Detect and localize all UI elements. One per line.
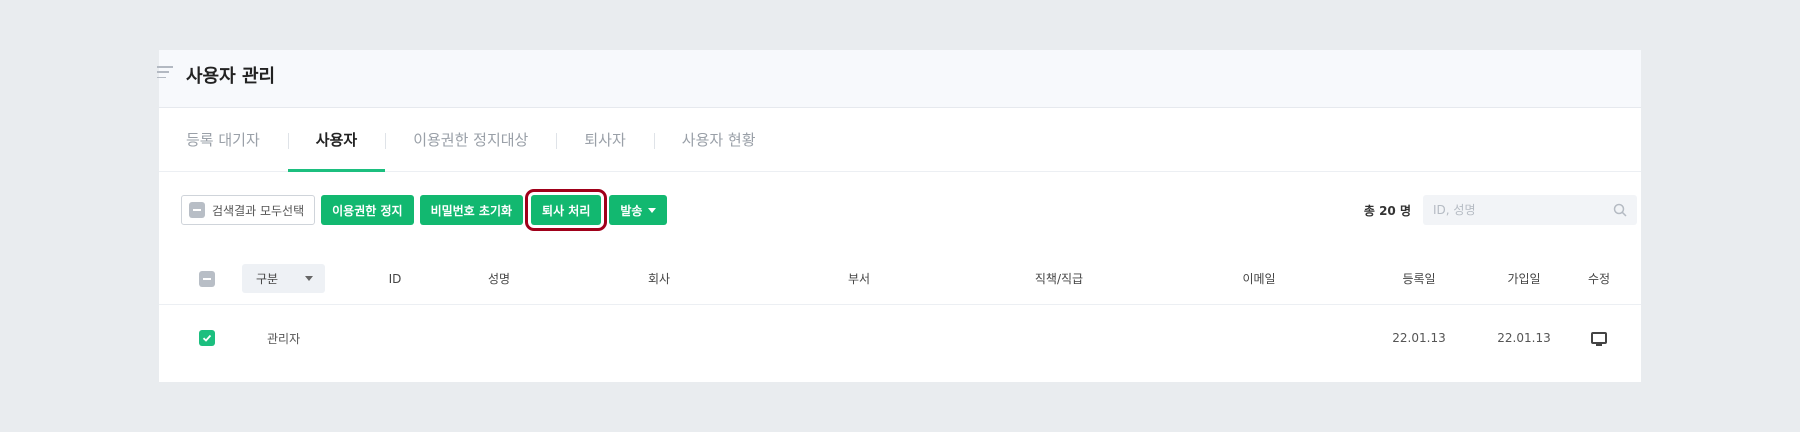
suspend-access-button[interactable]: 이용권한 정지 [321, 195, 414, 225]
type-filter-select[interactable]: 구분 [242, 264, 325, 293]
chevron-down-icon [305, 276, 313, 281]
type-filter-value: 구분 [256, 272, 279, 286]
send-label: 발송 [620, 203, 643, 218]
type-filter-cell: 구분 [242, 253, 325, 304]
column-header-name: 성명 [487, 272, 511, 286]
checkmark-icon [202, 334, 212, 342]
edit-icon[interactable] [1591, 332, 1607, 346]
table-header: 구분 ID 성명 회사 부서 직책/직급 이메일 등록일 가입일 수정 [159, 253, 1641, 305]
row-joined-date: 22.01.13 [1497, 331, 1551, 345]
search-box [1423, 195, 1637, 225]
column-header-id: ID [388, 271, 402, 286]
column-header-company: 회사 [647, 272, 671, 286]
header-checkbox-cell [199, 253, 215, 304]
row-checkbox-cell [199, 306, 215, 370]
column-header-email: 이메일 [1242, 272, 1276, 286]
search-icon[interactable] [1613, 203, 1627, 217]
tab-resigned[interactable]: 퇴사자 [556, 108, 653, 171]
resign-process-button[interactable]: 퇴사 처리 [525, 189, 608, 231]
tab-pending[interactable]: 등록 대기자 [186, 108, 288, 171]
send-dropdown-button[interactable]: 발송 [609, 195, 668, 225]
select-all-results-button[interactable]: 검색결과 모두선택 [181, 195, 316, 225]
column-header-position: 직책/직급 [1034, 272, 1084, 286]
row-registered-date: 22.01.13 [1392, 331, 1446, 345]
page-header: 사용자 관리 [157, 50, 1641, 108]
table-row[interactable]: 관리자 22.01.13 22.01.13 [159, 306, 1641, 370]
row-edit-cell [1579, 306, 1619, 370]
indeterminate-checkbox-icon [189, 202, 205, 218]
caret-down-icon [648, 207, 657, 213]
tab-users[interactable]: 사용자 [287, 108, 386, 172]
column-header-registered-date: 등록일 [1402, 272, 1436, 286]
tab-user-status[interactable]: 사용자 현황 [653, 108, 784, 171]
search-input[interactable] [1433, 203, 1613, 217]
column-header-department: 부서 [847, 272, 871, 286]
column-header-edit: 수정 [1587, 272, 1611, 286]
column-header-joined-date: 가입일 [1507, 272, 1541, 286]
header-checkbox[interactable] [199, 270, 215, 287]
tab-bar: 등록 대기자 사용자 이용권한 정지대상 퇴사자 사용자 현황 [159, 108, 1641, 172]
menu-icon[interactable] [157, 66, 173, 78]
page-title: 사용자 관리 [186, 66, 276, 87]
reset-password-button[interactable]: 비밀번호 초기화 [419, 195, 524, 225]
select-all-label: 검색결과 모두선택 [212, 203, 305, 218]
action-toolbar: 검색결과 모두선택 이용권한 정지 비밀번호 초기화 퇴사 처리 발송 총 20… [181, 189, 1637, 231]
user-management-panel: 사용자 관리 등록 대기자 사용자 이용권한 정지대상 퇴사자 사용자 현황 검… [157, 50, 1641, 382]
tab-suspended[interactable]: 이용권한 정지대상 [385, 108, 556, 171]
total-count: 총 20 명 [1363, 203, 1411, 218]
row-type: 관리자 [267, 331, 301, 346]
row-checkbox[interactable] [199, 330, 215, 346]
